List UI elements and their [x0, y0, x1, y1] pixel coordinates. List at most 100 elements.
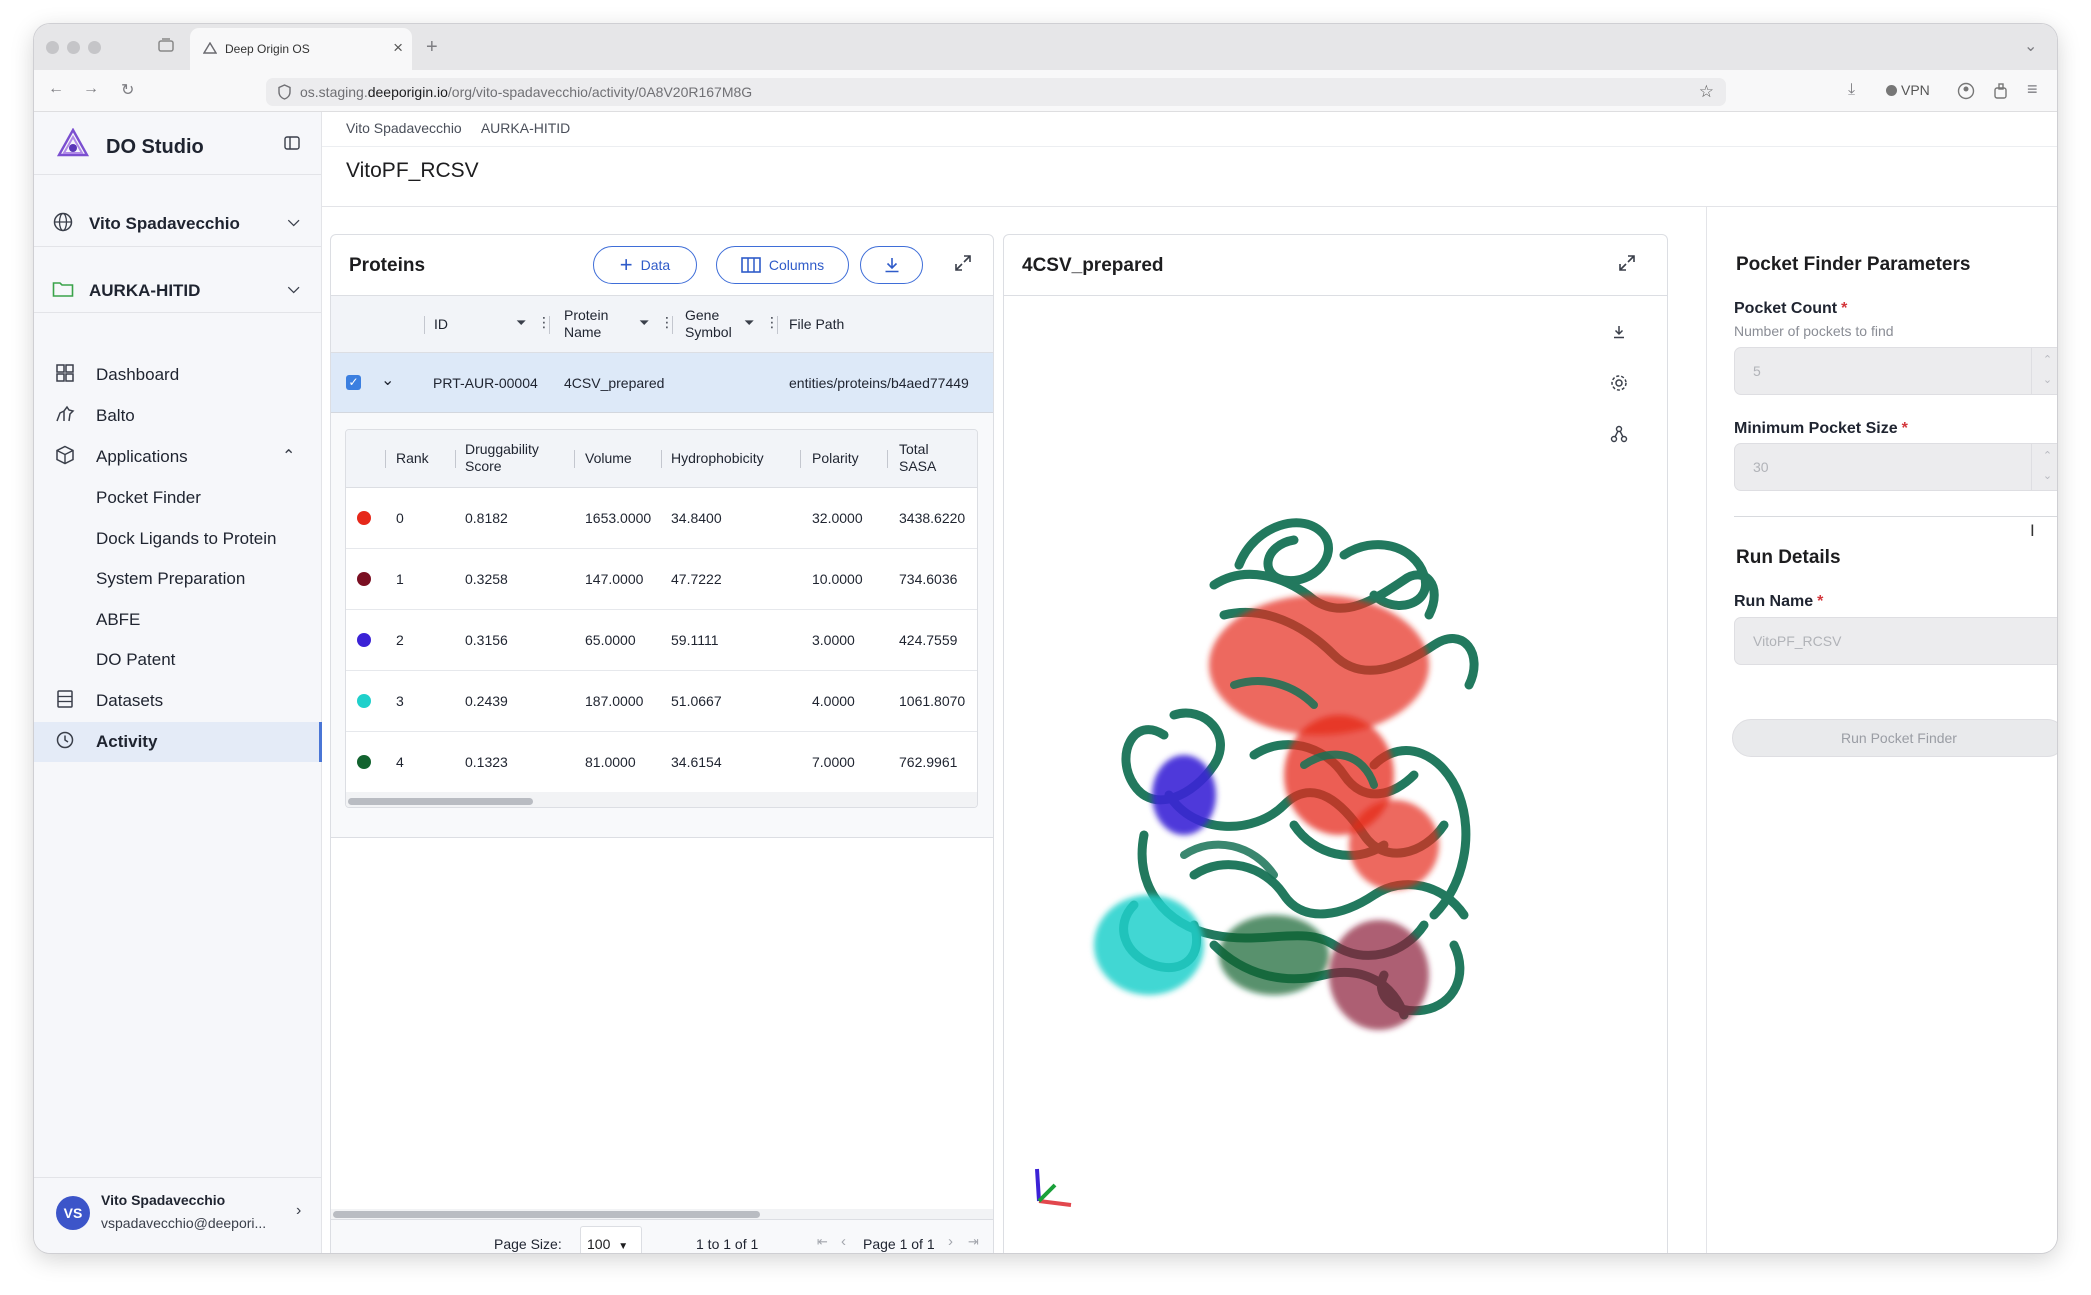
column-header-id[interactable]: ID [434, 316, 448, 333]
sidebar-item-dashboard[interactable]: Dashboard [34, 355, 322, 395]
columns-button[interactable]: Columns [716, 246, 849, 284]
tab-list-chevron-icon[interactable]: ⌄ [2024, 36, 2037, 56]
column-header-gene-symbol[interactable]: Gene Symbol [685, 307, 743, 341]
columns-icon [741, 257, 761, 273]
prev-page-icon[interactable]: ‹ [841, 1233, 846, 1250]
horizontal-scrollbar[interactable] [346, 792, 977, 807]
browser-tab[interactable]: Deep Origin OS × [190, 28, 412, 70]
pocket-color-swatch[interactable] [357, 633, 371, 647]
expand-icon[interactable] [954, 254, 972, 277]
forward-icon[interactable]: → [83, 80, 99, 98]
viewer-settings-gear-icon[interactable] [1610, 374, 1628, 397]
pocket-row[interactable]: 1 0.3258 147.0000 47.7222 10.0000 734.6036 [346, 549, 977, 610]
vpn-indicator[interactable]: VPN [1886, 82, 1930, 98]
scrollbar-thumb[interactable] [333, 1211, 760, 1218]
extensions-icon[interactable] [1992, 82, 2010, 105]
min-pocket-size-label: Minimum Pocket Size * [1734, 420, 1908, 437]
run-name-label: Run Name * [1734, 593, 1824, 610]
add-data-button[interactable]: + Data [593, 246, 697, 284]
pocket-color-swatch[interactable] [357, 755, 371, 769]
row-expand-chevron-icon[interactable]: ⌄ [381, 370, 394, 390]
column-header-polarity[interactable]: Polarity [812, 450, 859, 467]
viewer-molecule-tool-icon[interactable] [1610, 425, 1628, 448]
tab-overview-icon[interactable] [157, 37, 175, 58]
protein-3d-render[interactable] [1074, 505, 1524, 1065]
column-header-file-path[interactable]: File Path [789, 316, 844, 333]
pocket-rank: 1 [396, 571, 404, 587]
sidebar-item-activity[interactable]: Activity [34, 722, 322, 762]
last-page-icon[interactable]: ⇥ [968, 1234, 979, 1250]
pocket-count-input[interactable]: 5 ⌃ ⌄ [1734, 347, 2057, 395]
filter-icon[interactable]: ⏷ [516, 315, 526, 331]
bookmark-star-icon[interactable]: ☆ [1699, 82, 1714, 102]
sidebar-item-system-preparation[interactable]: System Preparation [34, 559, 322, 599]
window-minimize-control[interactable] [67, 41, 80, 54]
breadcrumb: Vito Spadavecchio AURKA-HITID [346, 120, 586, 136]
sidebar-item-applications[interactable]: Applications ⌃ [34, 437, 322, 477]
pocket-count-value: 5 [1753, 363, 1761, 379]
sidebar-item-abfe[interactable]: ABFE [34, 600, 322, 640]
row-checkbox[interactable]: ✓ [346, 375, 361, 390]
pocket-row[interactable]: 4 0.1323 81.0000 34.6154 7.0000 762.9961 [346, 732, 977, 793]
window-zoom-control[interactable] [88, 41, 101, 54]
avatar: VS [56, 1196, 90, 1230]
org-switcher[interactable]: Vito Spadavecchio ⌵ [34, 204, 322, 244]
scrollbar-thumb[interactable] [348, 798, 533, 805]
menu-icon[interactable]: ≡ [2027, 79, 2038, 100]
run-pocket-finder-button[interactable]: Run Pocket Finder [1732, 719, 2057, 757]
column-separator [887, 450, 888, 468]
downloads-icon[interactable]: ⤓ [1848, 81, 1855, 99]
site-security-icon[interactable] [277, 84, 292, 103]
sidebar-item-dock-ligands[interactable]: Dock Ligands to Protein [34, 519, 322, 559]
proteins-panel-title: Proteins [349, 255, 426, 276]
window-close-control[interactable] [46, 41, 59, 54]
first-page-icon[interactable]: ⇤ [817, 1234, 828, 1250]
pocket-color-swatch[interactable] [357, 694, 371, 708]
column-header-hydrophobicity[interactable]: Hydrophobicity [671, 450, 764, 467]
number-stepper[interactable]: ⌃ ⌄ [2031, 348, 2057, 394]
user-profile-menu[interactable]: VS Vito Spadavecchio vspadavecchio@deepo… [34, 1178, 322, 1253]
pocket-color-swatch[interactable] [357, 511, 371, 525]
column-header-rank[interactable]: Rank [396, 450, 429, 467]
filter-icon[interactable]: ⏷ [744, 315, 754, 331]
profile-icon[interactable] [1957, 82, 1975, 105]
run-name-input[interactable]: VitoPF_RCSV [1734, 617, 2057, 665]
download-button[interactable] [860, 246, 923, 284]
column-header-volume[interactable]: Volume [585, 450, 632, 467]
table-row[interactable]: ✓ ⌄ PRT-AUR-00004 4CSV_prepared entities… [331, 353, 993, 413]
sidebar-item-balto[interactable]: Balto [34, 396, 322, 436]
breadcrumb-item[interactable]: Vito Spadavecchio [346, 120, 462, 136]
run-name-value: VitoPF_RCSV [1753, 633, 1842, 649]
back-icon[interactable]: ← [48, 80, 64, 98]
url-domain: deeporigin.io [367, 84, 448, 100]
sidebar-item-datasets[interactable]: Datasets [34, 681, 322, 721]
next-page-icon[interactable]: › [948, 1233, 953, 1250]
collapse-sidebar-icon[interactable] [284, 135, 300, 156]
globe-icon [52, 212, 74, 237]
column-header-druggability[interactable]: Druggability Score [465, 441, 560, 475]
url-bar[interactable]: os.staging. deeporigin.io/org/vito-spadav… [266, 78, 1726, 106]
pocket-row[interactable]: 0 0.8182 1653.0000 34.8400 32.0000 3438.6220 [346, 488, 977, 549]
reload-icon[interactable]: ↻ [121, 80, 134, 100]
horizontal-scrollbar[interactable] [331, 1209, 993, 1219]
sidebar-item-do-patent[interactable]: DO Patent [34, 640, 322, 680]
tab-close-icon[interactable]: × [393, 38, 403, 58]
project-switcher[interactable]: AURKA-HITID ⌵ [34, 271, 322, 311]
breadcrumb-item[interactable]: AURKA-HITID [481, 120, 570, 136]
column-header-total-sasa[interactable]: Total SASA [899, 441, 949, 475]
pocket-hydro: 59.1111 [671, 632, 719, 648]
pocket-row[interactable]: 2 0.3156 65.0000 59.1111 3.0000 424.7559 [346, 610, 977, 671]
pocket-color-swatch[interactable] [357, 572, 371, 586]
plus-icon: + [619, 252, 633, 277]
min-pocket-size-input[interactable]: 30 ⌃ ⌄ [1734, 443, 2057, 491]
new-tab-icon[interactable]: + [426, 36, 438, 59]
page-size-select[interactable]: 100 ▼ [580, 1226, 642, 1253]
viewer-download-icon[interactable] [1612, 325, 1626, 344]
expand-icon[interactable] [1618, 254, 1636, 277]
number-stepper[interactable]: ⌃ ⌄ [2031, 444, 2057, 490]
pocket-row[interactable]: 3 0.2439 187.0000 51.0667 4.0000 1061.8070 [346, 671, 977, 732]
sidebar-item-pocket-finder[interactable]: Pocket Finder [34, 478, 322, 518]
sidebar-item-label: Balto [96, 406, 135, 425]
column-header-protein-name[interactable]: Protein Name [564, 307, 624, 341]
filter-icon[interactable]: ⏷ [639, 315, 649, 331]
